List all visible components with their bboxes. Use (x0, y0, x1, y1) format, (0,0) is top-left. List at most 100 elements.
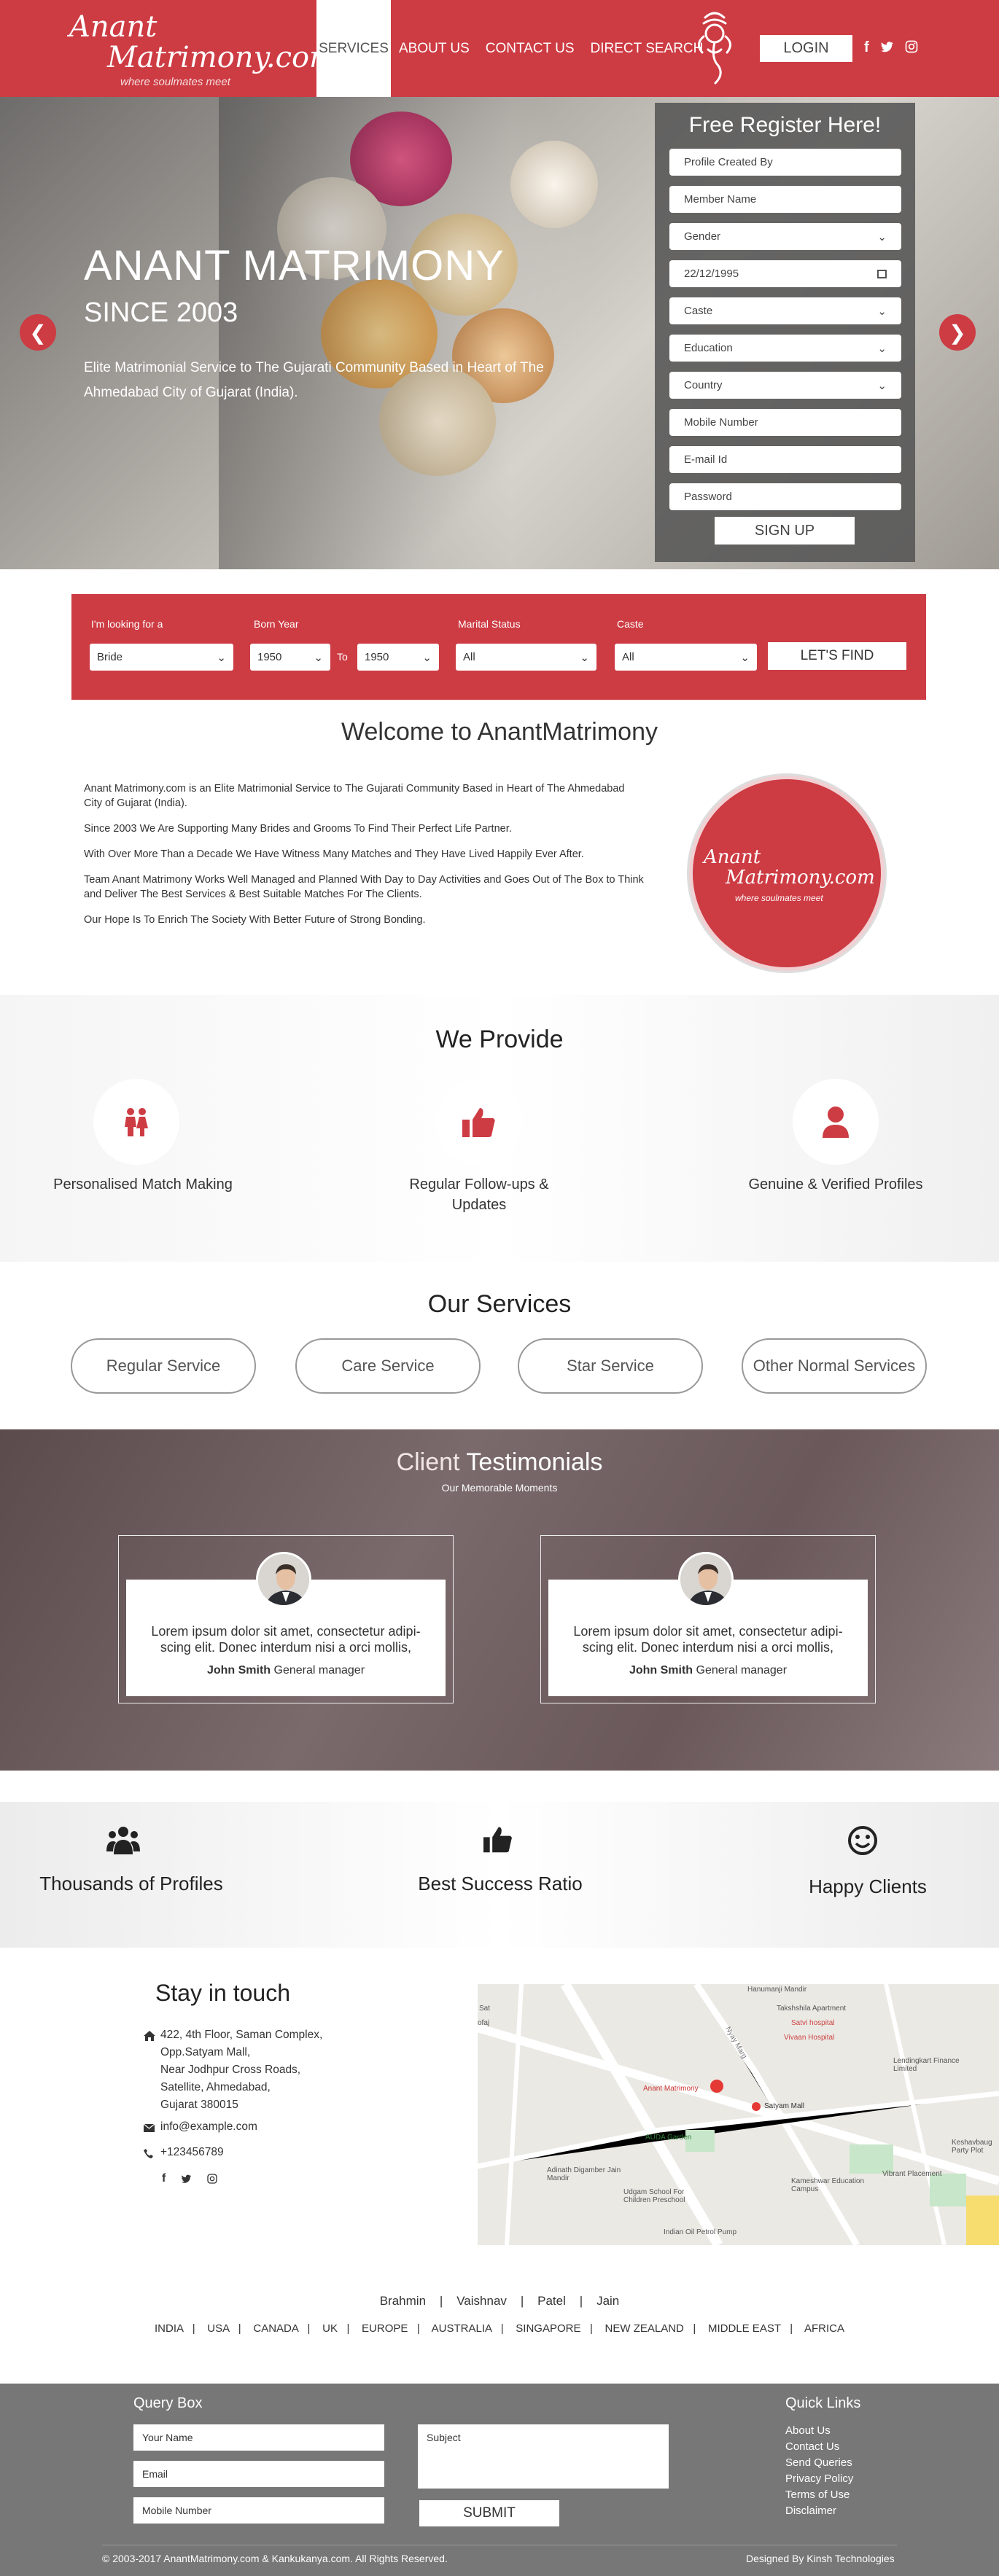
quick-link-queries[interactable]: Send Queries (785, 2456, 852, 2469)
query-email-field[interactable]: Email (133, 2461, 384, 2487)
calendar-icon (877, 269, 887, 278)
born-from-select[interactable]: 1950 ⌄ (250, 644, 330, 671)
care-service-button[interactable]: Care Service (295, 1338, 481, 1394)
link-singapore[interactable]: SINGAPORE (516, 2322, 580, 2335)
avatar (678, 1552, 734, 1607)
link-canada[interactable]: CANADA (253, 2322, 298, 2335)
slider-prev-button[interactable]: ❮ (20, 314, 56, 351)
nav-contact-us[interactable]: CONTACT US (478, 0, 583, 97)
link-europe[interactable]: EUROPE (362, 2322, 408, 2335)
quick-search: I'm looking for a Bride ⌄ Born Year 1950 ⌄… (71, 594, 926, 700)
testimonials-subtitle: Our Memorable Moments (441, 1482, 558, 1494)
header-social: f (864, 39, 919, 56)
chevron-down-icon: ⌄ (740, 651, 750, 664)
location-map[interactable]: Hanumanji Mandir Takshshila Apartment Sa… (478, 1984, 999, 2245)
sign-up-button[interactable]: SIGN UP (715, 517, 855, 545)
provide-label-followups: Regular Follow-ups & Updates (409, 1176, 549, 1213)
other-services-button[interactable]: Other Normal Services (742, 1338, 927, 1394)
country-select[interactable]: Country ⌄ (669, 372, 901, 399)
quick-link-disclaimer[interactable]: Disclaimer (785, 2505, 836, 2517)
thumbs-up-icon (436, 1079, 522, 1165)
copyright: © 2003-2017 AnantMatrimony.com & Kankuka… (102, 2553, 448, 2564)
link-new-zealand[interactable]: NEW ZEALAND (605, 2322, 684, 2335)
home-icon (144, 2031, 155, 2041)
register-form: Free Register Here! Profile Created By M… (655, 103, 915, 562)
link-india[interactable]: INDIA (155, 2322, 183, 2335)
link-vaishnav[interactable]: Vaishnav (456, 2294, 507, 2308)
star-service-button[interactable]: Star Service (518, 1338, 703, 1394)
dob-field[interactable]: 22/12/1995 (669, 260, 901, 287)
hero-slider: ANANT MATRIMONY SINCE 2003 Elite Matrimo… (0, 97, 999, 569)
caste-label: Caste (617, 618, 644, 630)
register-title: Free Register Here! (688, 113, 882, 137)
email-field[interactable]: E-mail Id (669, 446, 901, 473)
map-roads (478, 1984, 999, 2245)
stat-success-ratio: Best Success Ratio (418, 1873, 583, 1894)
site-logo[interactable]: Anant Matrimony.com where soulmates meet (69, 10, 337, 89)
contact-email[interactable]: info@example.com (160, 2118, 257, 2136)
link-patel[interactable]: Patel (537, 2294, 566, 2308)
contact-social: f (162, 2172, 218, 2185)
link-middle-east[interactable]: MIDDLE EAST (708, 2322, 781, 2335)
slider-next-button[interactable]: ❯ (939, 314, 976, 351)
main-nav: SERVICES ABOUT US CONTACT US DIRECT SEAR… (316, 0, 711, 97)
instagram-icon[interactable] (206, 2173, 218, 2185)
community-links: Brahmin | Vaishnav | Patel | Jain (379, 2294, 620, 2308)
profile-created-by-field[interactable]: Profile Created By (669, 149, 901, 176)
query-box-title: Query Box (133, 2395, 203, 2411)
password-field[interactable]: Password (669, 483, 901, 510)
link-africa[interactable]: AFRICA (804, 2322, 844, 2335)
born-to-select[interactable]: 1950 ⌄ (357, 644, 439, 671)
marital-status-label: Marital Status (458, 618, 521, 630)
member-name-field[interactable]: Member Name (669, 186, 901, 213)
link-uk[interactable]: UK (322, 2322, 338, 2335)
login-button[interactable]: LOGIN (760, 35, 852, 62)
welcome-paragraph: Team Anant Matrimony Works Well Managed … (84, 874, 644, 900)
quick-link-terms[interactable]: Terms of Use (785, 2489, 850, 2501)
link-brahmin[interactable]: Brahmin (380, 2294, 426, 2308)
mail-icon (144, 2124, 155, 2132)
mobile-number-field[interactable]: Mobile Number (669, 409, 901, 436)
facebook-icon[interactable]: f (864, 39, 869, 56)
query-mobile-field[interactable]: Mobile Number (133, 2497, 384, 2524)
submit-button[interactable]: SUBMIT (419, 2500, 559, 2526)
chevron-down-icon: ⌄ (877, 342, 887, 355)
contact-phone[interactable]: +123456789 (160, 2144, 224, 2161)
query-subject-field[interactable]: Subject (418, 2424, 669, 2489)
nav-about-us[interactable]: ABOUT US (391, 0, 478, 97)
query-name-field[interactable]: Your Name (133, 2424, 384, 2451)
caste-search-select[interactable]: All ⌄ (615, 644, 757, 671)
twitter-icon[interactable] (879, 39, 894, 54)
lets-find-button[interactable]: LET'S FIND (768, 642, 906, 670)
hero-since: SINCE 2003 (84, 297, 238, 328)
link-jain[interactable]: Jain (596, 2294, 619, 2308)
facebook-icon[interactable]: f (162, 2172, 166, 2185)
testimonials-section: Client Testimonials Our Memorable Moment… (0, 1429, 999, 1771)
logo-line2: Matrimony.com (107, 41, 337, 74)
caste-select[interactable]: Caste ⌄ (669, 297, 901, 324)
instagram-icon[interactable] (904, 39, 919, 54)
twitter-icon[interactable] (180, 2173, 192, 2185)
link-usa[interactable]: USA (207, 2322, 229, 2335)
link-australia[interactable]: AUSTRALIA (432, 2322, 492, 2335)
testimonial-quote: Lorem ipsum dolor sit amet, consectetur … (151, 1624, 421, 1655)
smile-icon (848, 1826, 877, 1855)
stat-happy-clients: Happy Clients (809, 1876, 927, 1897)
nav-services[interactable]: SERVICES (316, 0, 391, 97)
quick-link-privacy[interactable]: Privacy Policy (785, 2472, 853, 2485)
quick-link-contact[interactable]: Contact Us (785, 2440, 839, 2453)
thumbs-up-icon (483, 1827, 512, 1853)
couple-icon (93, 1079, 179, 1165)
site-footer: Query Box Your Name Email Mobile Number … (0, 2384, 999, 2576)
looking-select[interactable]: Bride ⌄ (90, 644, 233, 671)
ganesh-icon (698, 12, 731, 85)
gender-select[interactable]: Gender ⌄ (669, 223, 901, 250)
looking-label: I'm looking for a (91, 618, 163, 630)
quick-link-about[interactable]: About Us (785, 2424, 831, 2437)
welcome-title: Welcome to AnantMatrimony (341, 718, 658, 746)
chevron-down-icon: ⌄ (877, 305, 887, 318)
regular-service-button[interactable]: Regular Service (71, 1338, 256, 1394)
education-select[interactable]: Education ⌄ (669, 335, 901, 362)
user-icon (793, 1079, 879, 1165)
marital-status-select[interactable]: All ⌄ (456, 644, 596, 671)
